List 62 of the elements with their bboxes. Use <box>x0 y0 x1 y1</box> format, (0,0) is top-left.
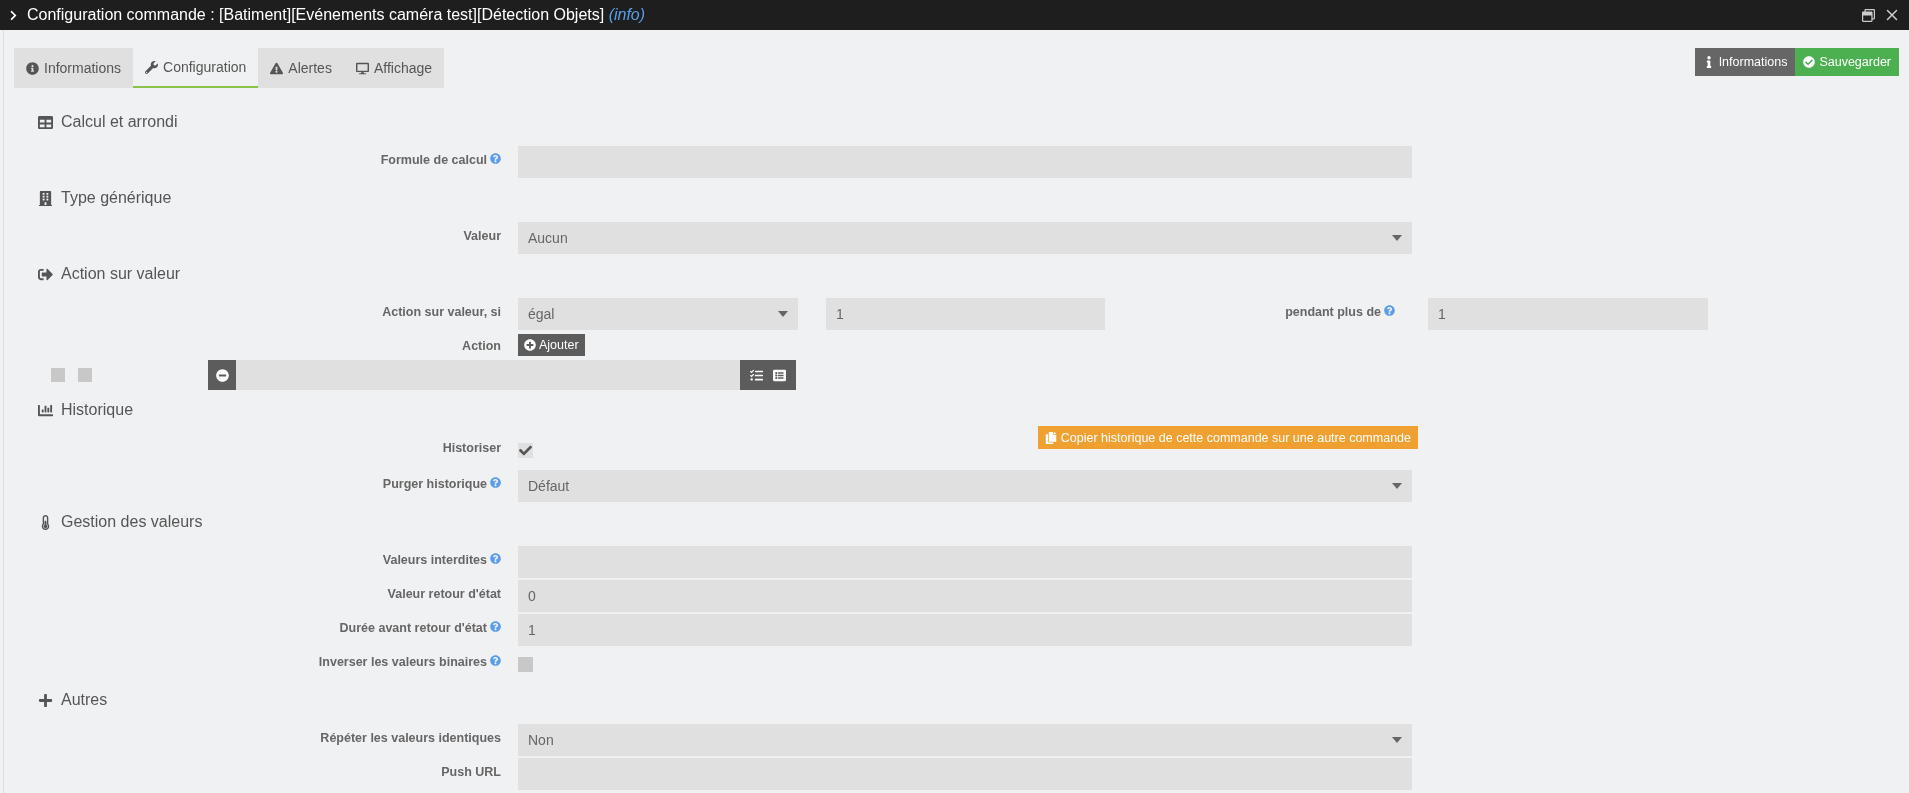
section-heading: Type générique <box>61 189 172 207</box>
section-heading: Historique <box>61 401 134 419</box>
tab[interactable]: Affichage <box>343 48 445 88</box>
field-label: Purger historique <box>382 477 487 491</box>
section-heading: Action sur valeur <box>61 265 181 283</box>
field-label: Durée avant retour d'état <box>339 621 487 635</box>
chevron-icon[interactable] <box>8 9 19 21</box>
restore-icon[interactable] <box>1862 8 1875 22</box>
field-label: Historiser <box>442 441 501 455</box>
field-label: Inverser les valeurs binaires <box>318 655 487 669</box>
section-heading: Calcul et arrondi <box>61 113 178 131</box>
help-icon[interactable] <box>490 621 501 632</box>
text-field[interactable]: 1 <box>1428 298 1708 330</box>
bar-chart-icon <box>38 402 53 418</box>
check-icon <box>519 444 532 457</box>
help-icon[interactable] <box>490 655 501 666</box>
window-title: Configuration commande : [Batiment][Evénements caméra test][Détection Objets] (info) <box>27 6 646 24</box>
warning-icon <box>270 61 284 75</box>
info-icon <box>26 61 39 75</box>
plus-icon <box>38 692 53 708</box>
help-icon[interactable] <box>490 477 501 488</box>
remove-button[interactable] <box>208 360 236 390</box>
square-icon <box>51 368 65 382</box>
list-icon <box>773 368 786 382</box>
checkbox[interactable] <box>518 443 533 458</box>
section-heading: Gestion des valeurs <box>61 513 203 531</box>
text-field[interactable]: 1 <box>826 298 1105 330</box>
field-label: Formule de calcul <box>380 153 487 167</box>
help-icon[interactable] <box>490 553 501 564</box>
field-label: Action <box>462 339 501 353</box>
copy-icon <box>1044 431 1057 444</box>
field-label: Push URL <box>441 765 501 779</box>
field-label: pendant plus de <box>1285 305 1381 319</box>
field-label: Valeurs interdites <box>382 553 487 567</box>
select-field[interactable]: Non <box>518 724 1412 756</box>
text-field[interactable]: 0 <box>518 580 1412 612</box>
info-button[interactable]: Informations <box>1694 48 1796 76</box>
tab[interactable]: Alertes <box>258 48 344 88</box>
add-button[interactable]: Ajouter <box>518 334 585 356</box>
section-heading: Autres <box>61 691 108 709</box>
action-field[interactable] <box>208 360 796 390</box>
field-label: Répéter les valeurs identiques <box>320 731 501 745</box>
building-icon <box>38 190 53 206</box>
select-field[interactable]: Aucun <box>518 222 1412 254</box>
field-label: Action sur valeur, si <box>382 305 501 319</box>
tab[interactable]: Informations <box>14 48 134 88</box>
exit-icon <box>38 266 53 282</box>
checkbox[interactable] <box>518 657 533 672</box>
checklist-icon <box>750 368 763 382</box>
field-label: Valeur retour d'état <box>387 587 501 601</box>
field-label: Valeur <box>463 229 501 243</box>
save-button[interactable]: Sauvegarder <box>1795 48 1899 76</box>
text-field[interactable]: 1 <box>518 614 1412 646</box>
list-buttons[interactable] <box>740 360 796 390</box>
wrench-icon <box>145 60 159 74</box>
table-icon <box>38 114 53 130</box>
select-field[interactable]: Défaut <box>518 470 1412 502</box>
help-icon[interactable] <box>1384 305 1395 316</box>
monitor-icon <box>355 61 369 75</box>
select-field[interactable]: égal <box>518 298 798 330</box>
square-icon <box>78 368 92 382</box>
help-icon[interactable] <box>490 153 501 164</box>
